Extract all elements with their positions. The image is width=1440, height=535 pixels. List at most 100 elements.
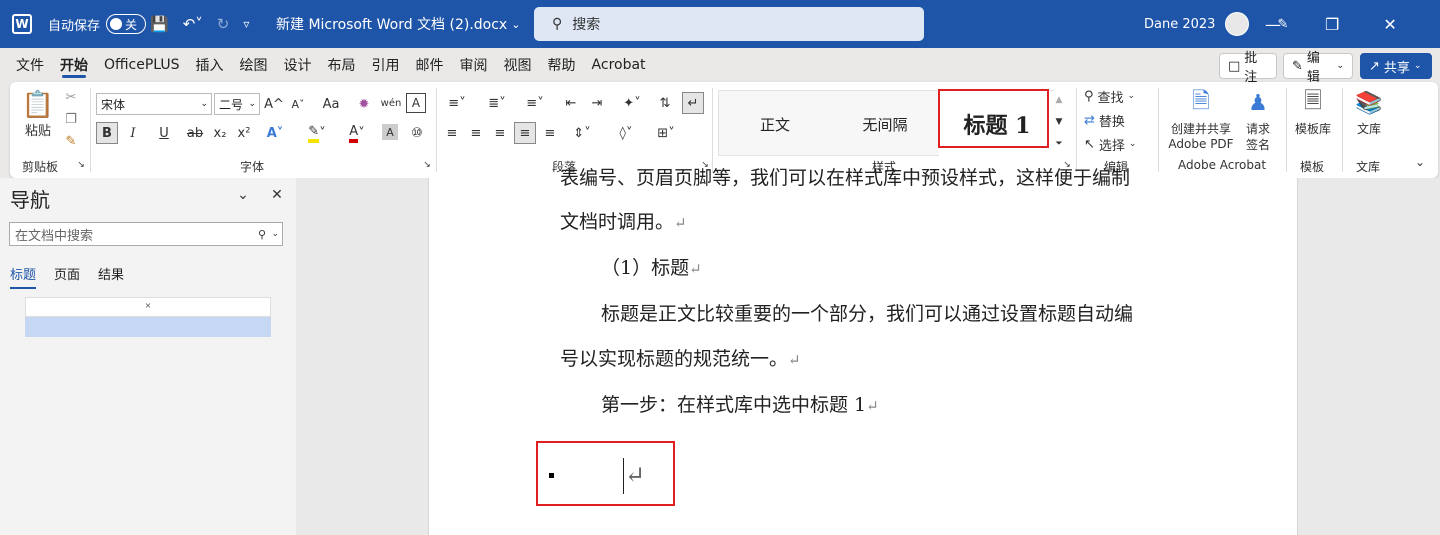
- italic-button[interactable]: I: [124, 122, 142, 144]
- editing-mode-button[interactable]: ✎ 编辑 ⌄: [1283, 51, 1353, 85]
- close-icon[interactable]: ✕: [1383, 15, 1396, 34]
- text-effects-icon[interactable]: A˅: [260, 122, 290, 144]
- format-painter-icon[interactable]: ✎: [62, 132, 80, 150]
- bullets-icon[interactable]: ≡˅: [442, 92, 472, 114]
- tab-view[interactable]: 视图: [496, 48, 540, 82]
- undo-icon[interactable]: ↶˅: [183, 15, 203, 33]
- chevron-down-icon[interactable]: ⌄: [234, 186, 252, 204]
- copy-icon[interactable]: ❐: [62, 110, 80, 128]
- enclose-characters-icon[interactable]: ⑩: [406, 122, 428, 144]
- font-size-select[interactable]: 二号 ⌄: [214, 93, 260, 115]
- select-button[interactable]: ↖ 选择 ⌄: [1084, 134, 1148, 154]
- tab-home[interactable]: 开始: [52, 48, 96, 82]
- style-normal[interactable]: 正文: [719, 91, 831, 157]
- strikethrough-button[interactable]: ab: [184, 122, 206, 144]
- tab-insert[interactable]: 插入: [188, 48, 232, 82]
- subscript-button[interactable]: x₂: [210, 122, 230, 144]
- tab-headings[interactable]: 标题: [10, 264, 37, 289]
- superscript-button[interactable]: x²: [234, 122, 254, 144]
- create-pdf-icon[interactable]: 🗎: [1186, 88, 1216, 118]
- phonetic-guide-button[interactable]: wén: [380, 91, 402, 115]
- search-box[interactable]: ⚲ 搜索: [534, 7, 924, 41]
- template-gallery-button[interactable]: 模板库: [1292, 120, 1334, 136]
- styles-scroll-up-icon[interactable]: ▲: [1052, 90, 1066, 110]
- increase-indent-icon[interactable]: ⇥: [586, 92, 608, 114]
- style-no-spacing[interactable]: 无间隔: [831, 91, 939, 157]
- tab-acrobat[interactable]: Acrobat: [584, 48, 654, 82]
- tab-pages[interactable]: 页面: [54, 264, 80, 283]
- navigation-search-input[interactable]: 在文档中搜索 ⚲ ⌄: [9, 222, 283, 246]
- paste-icon[interactable]: 📋: [20, 88, 56, 122]
- request-signature-label-1[interactable]: 请求: [1240, 120, 1276, 136]
- show-marks-icon[interactable]: ↵: [682, 92, 704, 114]
- underline-button[interactable]: U: [148, 122, 180, 144]
- library-button[interactable]: 文库: [1350, 120, 1388, 136]
- create-pdf-label-1[interactable]: 创建并共享: [1166, 120, 1236, 136]
- styles-expand-icon[interactable]: ⏷: [1052, 134, 1066, 154]
- paragraph-mark: ↵: [689, 260, 702, 278]
- heading-item-empty[interactable]: ×: [25, 297, 271, 317]
- restore-icon[interactable]: ❐: [1325, 15, 1339, 34]
- tab-design[interactable]: 设计: [276, 48, 320, 82]
- character-shading-icon[interactable]: A: [382, 124, 398, 140]
- distributed-icon[interactable]: ≡: [540, 122, 560, 144]
- avatar[interactable]: [1225, 12, 1250, 36]
- document-title[interactable]: 新建 Microsoft Word 文档 (2).docx ⌄: [276, 0, 520, 48]
- line-spacing-icon[interactable]: ⇕˅: [566, 122, 598, 144]
- template-gallery-icon[interactable]: 🗏: [1298, 88, 1328, 118]
- font-color-icon[interactable]: A ˅: [340, 122, 374, 144]
- comments-button[interactable]: □ 批注: [1219, 51, 1277, 85]
- chevron-down-icon: ⌄: [1413, 61, 1422, 71]
- autosave-control[interactable]: 自动保存 关: [48, 0, 147, 48]
- bold-button[interactable]: B: [96, 122, 118, 144]
- decrease-indent-icon[interactable]: ⇤: [560, 92, 582, 114]
- chevron-down-icon: ⌄: [271, 229, 279, 239]
- customize-toolbar-icon[interactable]: ▿: [243, 17, 249, 31]
- styles-scroll-down-icon[interactable]: ▼: [1052, 112, 1066, 132]
- close-icon[interactable]: ✕: [268, 186, 286, 204]
- tab-draw[interactable]: 绘图: [232, 48, 276, 82]
- tab-officeplus[interactable]: OfficePLUS: [96, 48, 188, 82]
- numbering-icon[interactable]: ≣˅: [482, 92, 512, 114]
- justify-icon[interactable]: ≡: [514, 122, 536, 144]
- tab-mailings[interactable]: 邮件: [408, 48, 452, 82]
- redo-icon[interactable]: ↻: [217, 15, 230, 33]
- multilevel-list-icon[interactable]: ≡˅: [520, 92, 550, 114]
- paste-button-label[interactable]: 粘贴: [18, 120, 58, 139]
- request-signature-icon[interactable]: ♟: [1242, 88, 1274, 118]
- dialog-launcher-icon[interactable]: ↘: [76, 160, 86, 170]
- cut-icon[interactable]: ✂: [62, 88, 80, 106]
- shading-icon[interactable]: ◊˅: [610, 122, 642, 144]
- character-border-button[interactable]: A: [406, 93, 426, 113]
- align-left-icon[interactable]: ≡: [442, 122, 462, 144]
- minimize-icon[interactable]: —: [1265, 15, 1281, 34]
- share-button[interactable]: ↗ 共享 ⌄: [1360, 53, 1432, 79]
- align-right-icon[interactable]: ≡: [490, 122, 510, 144]
- shrink-font-button[interactable]: Aˇ: [288, 93, 308, 115]
- highlight-color-icon[interactable]: ✎ ˅: [300, 122, 334, 144]
- borders-icon[interactable]: ⊞˅: [650, 122, 682, 144]
- tab-help[interactable]: 帮助: [540, 48, 584, 82]
- request-signature-label-2[interactable]: 签名: [1240, 136, 1276, 152]
- find-button[interactable]: ⚲ 查找 ⌄: [1084, 86, 1148, 106]
- replace-button[interactable]: ⇄ 替换: [1084, 110, 1148, 130]
- grow-font-button[interactable]: A^: [264, 93, 284, 115]
- heading-item-selected[interactable]: [25, 317, 271, 337]
- tab-layout[interactable]: 布局: [320, 48, 364, 82]
- save-icon[interactable]: 💾: [150, 15, 169, 33]
- sort-icon[interactable]: ⇅: [654, 92, 676, 114]
- tab-file[interactable]: 文件: [8, 48, 52, 82]
- tab-review[interactable]: 审阅: [452, 48, 496, 82]
- library-icon[interactable]: 📚: [1354, 88, 1384, 118]
- clear-format-icon[interactable]: ✹: [354, 93, 374, 115]
- font-name-select[interactable]: 宋体 ⌄: [96, 93, 212, 115]
- tab-results[interactable]: 结果: [98, 264, 124, 283]
- create-pdf-label-2[interactable]: Adobe PDF: [1166, 136, 1236, 152]
- change-case-button[interactable]: Aa: [314, 93, 348, 115]
- tab-references[interactable]: 引用: [364, 48, 408, 82]
- autosave-toggle[interactable]: 关: [106, 14, 147, 34]
- chinese-layout-icon[interactable]: ✦˅: [616, 92, 648, 114]
- dialog-launcher-icon[interactable]: ↘: [422, 160, 432, 170]
- align-center-icon[interactable]: ≡: [466, 122, 486, 144]
- collapse-ribbon-icon[interactable]: ⌄: [1412, 154, 1428, 170]
